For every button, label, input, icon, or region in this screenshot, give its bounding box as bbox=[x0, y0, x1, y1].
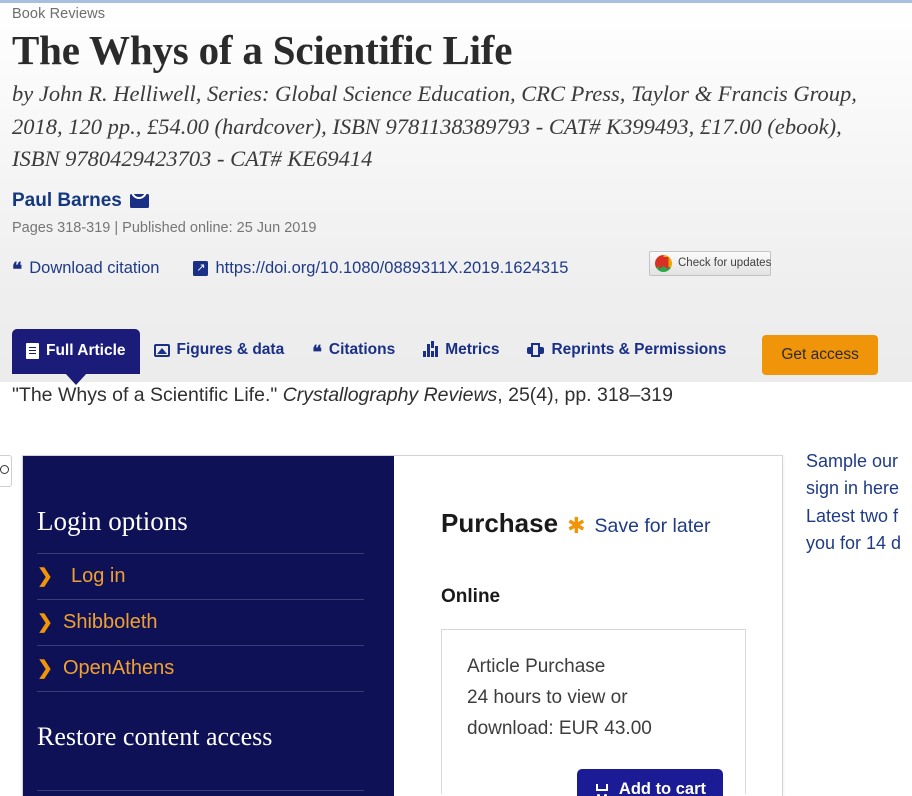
tab-reprints-permissions[interactable]: Reprints & Permissions bbox=[513, 329, 740, 371]
tab-citations[interactable]: ❝ Citations bbox=[298, 329, 409, 371]
tab-full-article-label: Full Article bbox=[46, 342, 126, 359]
add-to-cart-label: Add to cart bbox=[618, 780, 706, 796]
get-access-button[interactable]: Get access bbox=[762, 335, 878, 375]
login-options-title: Login options bbox=[37, 506, 188, 536]
crossmark-badge[interactable]: Check for updates bbox=[649, 250, 772, 276]
purchase-option-card: Article Purchase 24 hours to view or dow… bbox=[441, 629, 746, 796]
chevron-right-icon: ❯ bbox=[37, 612, 53, 633]
article-header: Book Reviews The Whys of a Scientific Li… bbox=[0, 3, 912, 382]
external-link-icon: ↗ bbox=[193, 261, 209, 277]
purchase-offer-line-2: 24 hours to view or bbox=[467, 686, 628, 708]
bar-chart-icon bbox=[423, 343, 438, 357]
login-option-shibboleth[interactable]: ❯ Shibboleth bbox=[37, 600, 364, 646]
login-option-openathens-label: OpenAthens bbox=[63, 657, 175, 679]
citation-rest: , 25(4), pp. 318–319 bbox=[497, 384, 673, 406]
image-icon bbox=[153, 343, 170, 357]
promo-line-1: Sample our bbox=[806, 451, 899, 471]
login-option-log-in-label: Log in bbox=[71, 565, 126, 587]
promo-text-block: Sample our sign in here Latest two f you… bbox=[806, 448, 912, 557]
doi-label: https://doi.org/10.1080/0889311X.2019.16… bbox=[215, 259, 569, 278]
author-link[interactable]: Paul Barnes bbox=[12, 190, 122, 212]
crossmark-label: Check for updates bbox=[678, 257, 772, 270]
restore-content-access-title: Restore content access bbox=[37, 722, 273, 751]
citation-title: "The Whys of a Scientific Life." bbox=[12, 384, 283, 406]
promo-line-3: Latest two f bbox=[806, 505, 899, 526]
login-options-list: ❯ Log in ❯ Shibboleth ❯ OpenAthens bbox=[37, 553, 364, 692]
download-citation-link[interactable]: ❝ Download citation bbox=[12, 259, 160, 282]
tab-metrics[interactable]: Metrics bbox=[409, 329, 513, 371]
online-section-label: Online bbox=[441, 586, 501, 607]
breadcrumb[interactable]: Book Reviews bbox=[12, 3, 900, 22]
restore-divider bbox=[37, 790, 364, 791]
printer-icon bbox=[527, 343, 545, 357]
chevron-right-icon: ❯ bbox=[37, 658, 53, 679]
login-option-shibboleth-label: Shibboleth bbox=[63, 611, 158, 633]
crossmark-logo-icon bbox=[655, 254, 672, 272]
purchase-offer-line-3: download: EUR 43.00 bbox=[467, 717, 652, 739]
add-to-cart-button[interactable]: Add to cart bbox=[576, 769, 723, 796]
article-links-row: ❝ Download citation ↗ https://doi.org/10… bbox=[12, 250, 900, 284]
tab-citations-label: Citations bbox=[328, 341, 396, 358]
citation-line: "The Whys of a Scientific Life." Crystal… bbox=[12, 384, 673, 407]
tab-figures-data-label: Figures & data bbox=[176, 341, 285, 358]
tab-reprints-permissions-label: Reprints & Permissions bbox=[551, 341, 727, 358]
login-option-log-in[interactable]: ❯ Log in bbox=[37, 554, 364, 600]
citation-journal: Crystallography Reviews bbox=[282, 384, 498, 406]
pages-published-line: Pages 318-319 | Published online: 25 Jun… bbox=[12, 219, 317, 236]
download-citation-label: Download citation bbox=[29, 259, 160, 278]
article-tab-bar: Full Article Figures & data ❝ Citations … bbox=[12, 329, 878, 377]
document-icon bbox=[26, 343, 39, 359]
star-icon: ✱ bbox=[567, 513, 586, 538]
access-options-modal: Login options ❯ Log in ❯ Shibboleth ❯ Op… bbox=[22, 455, 783, 796]
promo-line-2: sign in here bbox=[806, 478, 900, 499]
article-byline: by John R. Helliwell, Series: Global Sci… bbox=[12, 80, 857, 172]
tab-figures-data[interactable]: Figures & data bbox=[140, 329, 299, 371]
page-title: The Whys of a Scientific Life bbox=[12, 27, 513, 73]
purchase-header: Purchase ✱ Save for later bbox=[441, 508, 746, 539]
purchase-offer-line-1: Article Purchase bbox=[467, 656, 606, 677]
chevron-right-icon: ❯ bbox=[37, 566, 53, 587]
save-for-later-link[interactable]: Save for later bbox=[595, 515, 711, 538]
author-row: Paul Barnes bbox=[12, 190, 900, 212]
tab-full-article[interactable]: Full Article bbox=[12, 329, 140, 374]
envelope-icon[interactable] bbox=[129, 193, 149, 208]
quote-icon: ❝ bbox=[12, 260, 23, 282]
shopping-cart-icon bbox=[594, 783, 610, 796]
purchase-title: Purchase bbox=[441, 508, 559, 538]
login-options-panel: Login options ❯ Log in ❯ Shibboleth ❯ Op… bbox=[23, 456, 394, 796]
quote-icon: ❝ bbox=[312, 342, 322, 362]
promo-line-4: you for 14 d bbox=[806, 533, 902, 554]
tab-metrics-label: Metrics bbox=[445, 341, 500, 358]
doi-link[interactable]: ↗ https://doi.org/10.1080/0889311X.2019.… bbox=[193, 259, 568, 278]
purchase-panel: Purchase ✱ Save for later Online Article… bbox=[394, 456, 782, 796]
clipped-edge-widget[interactable] bbox=[0, 455, 12, 487]
login-option-openathens[interactable]: ❯ OpenAthens bbox=[37, 646, 364, 692]
